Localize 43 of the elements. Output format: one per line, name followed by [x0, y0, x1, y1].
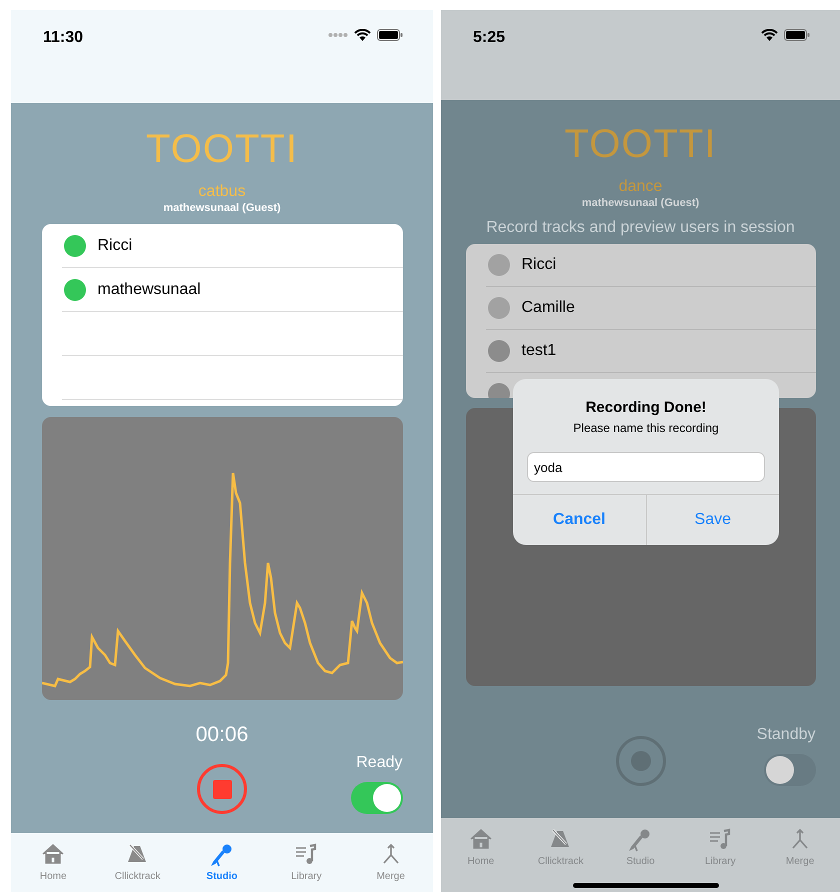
battery-icon	[784, 29, 810, 41]
user-list-item[interactable]: Camille	[522, 296, 575, 320]
home-icon	[468, 827, 494, 852]
name-input-field[interactable]: yoda	[527, 452, 765, 482]
toggle-switch[interactable]	[764, 754, 816, 786]
session-name: dance	[618, 178, 662, 196]
status-time: 5:25	[473, 28, 506, 48]
user-list-item[interactable]: Ricci	[522, 253, 556, 277]
tab-item[interactable]: Merge	[350, 842, 431, 884]
app-logo: TOOTTI	[564, 122, 716, 166]
dialog-message: Please name this recording	[573, 421, 719, 436]
wifi-icon	[761, 29, 778, 41]
tab-item[interactable]: Cllicktrack	[520, 827, 601, 869]
user-list-item[interactable]: mathewsunaal	[98, 278, 201, 302]
tab-item[interactable]: Home	[441, 827, 521, 869]
user-list-item[interactable]: Ricci	[98, 234, 132, 258]
user-name: mathewsunaal (Guest)	[163, 201, 281, 215]
status-time: 11:30	[43, 28, 84, 48]
subtitle: Record tracks and preview users in session	[486, 218, 795, 238]
tab-item[interactable]: Studio	[600, 827, 680, 869]
record-button[interactable]	[616, 736, 666, 786]
tab-item[interactable]: Merge	[760, 827, 840, 869]
user-name: mathewsunaal (Guest)	[582, 196, 700, 210]
signal-icon	[328, 32, 348, 38]
user-list-item[interactable]: test1	[522, 339, 556, 363]
toggle-label: Ready	[356, 753, 402, 773]
home-icon	[40, 842, 66, 867]
save-button[interactable]: Save	[646, 495, 779, 545]
timer: 00:06	[196, 723, 248, 747]
stop-button[interactable]	[197, 764, 247, 814]
toggle-label: Standby	[756, 725, 816, 745]
battery-icon	[377, 29, 403, 41]
tab-item[interactable]: Cllicktrack	[98, 842, 178, 884]
tab-item[interactable]: Home	[13, 842, 94, 884]
tab-item[interactable]: Library	[680, 827, 760, 869]
tab-item[interactable]: Studio	[182, 842, 262, 884]
wifi-icon	[354, 29, 371, 41]
cancel-button[interactable]: Cancel	[513, 495, 646, 545]
app-logo: TOOTTI	[146, 127, 298, 171]
tab-item[interactable]: Library	[266, 842, 346, 884]
session-name: catbus	[198, 183, 246, 201]
toggle-switch[interactable]	[350, 782, 402, 814]
dialog-title: Recording Done!	[586, 399, 706, 417]
